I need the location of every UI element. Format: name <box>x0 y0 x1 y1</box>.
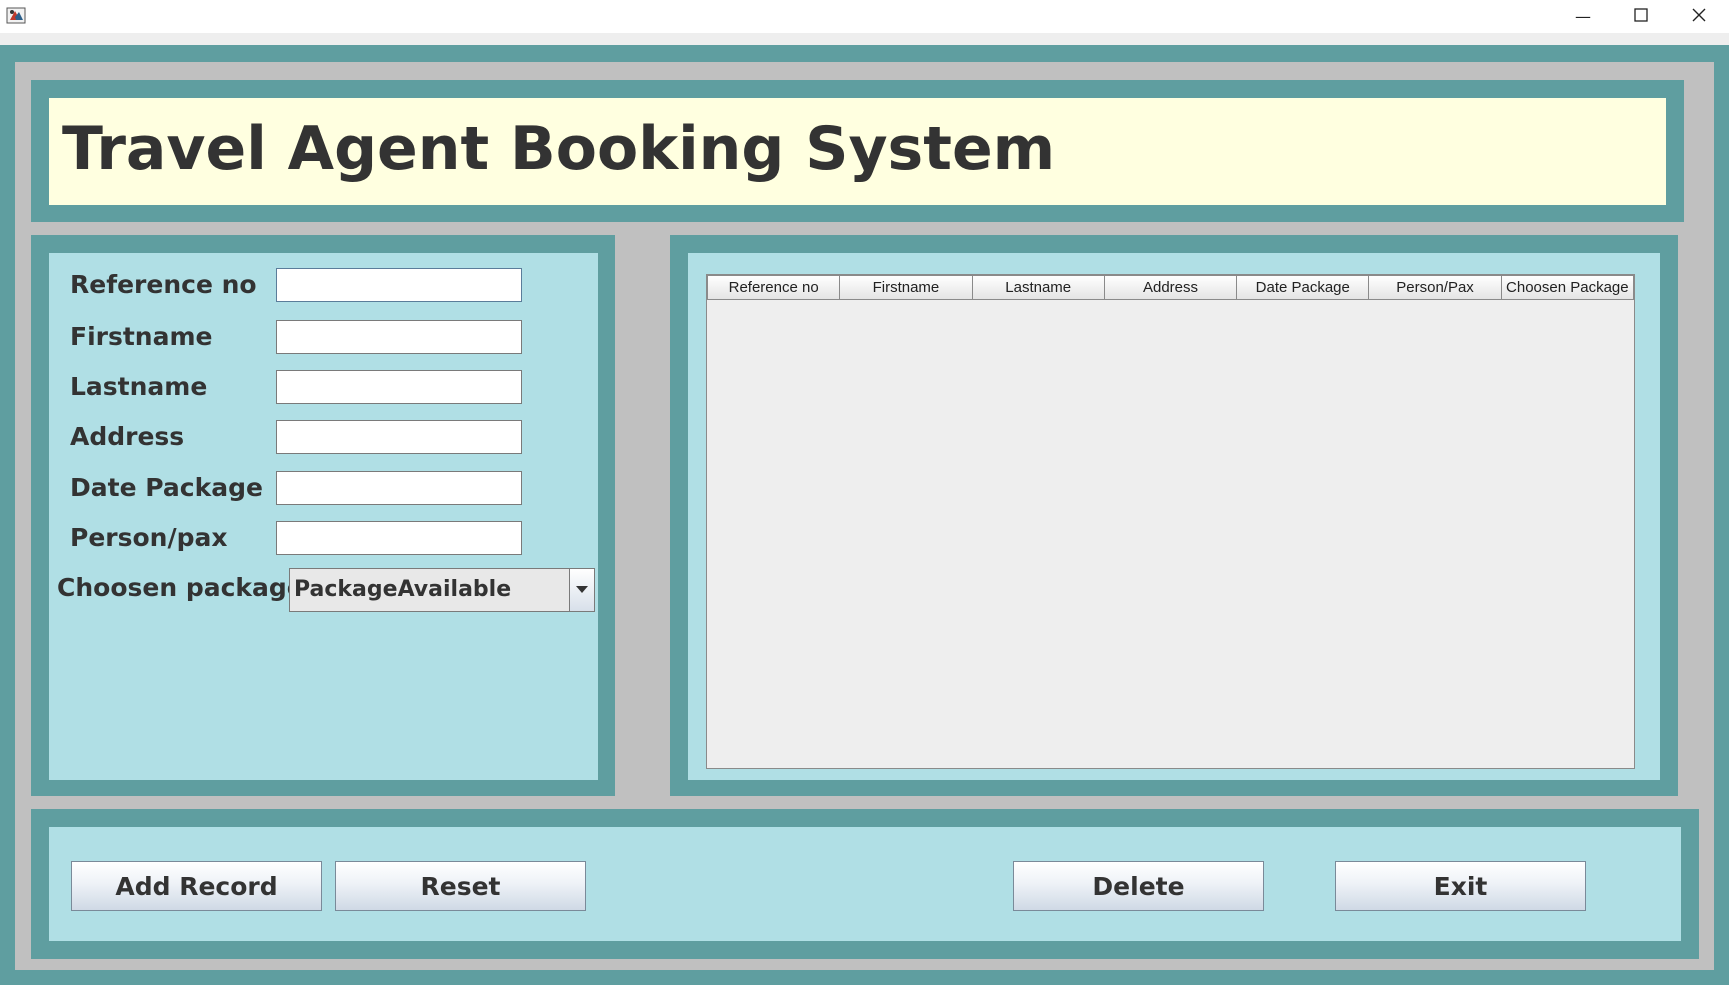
column-header[interactable]: Lastname <box>972 275 1105 300</box>
page-title: Travel Agent Booking System <box>62 114 1056 184</box>
column-header[interactable]: Person/Pax <box>1369 275 1502 300</box>
reset-button[interactable]: Reset <box>335 861 586 911</box>
maximize-button[interactable] <box>1612 0 1670 33</box>
lastname-label: Lastname <box>70 372 208 401</box>
address-label: Address <box>70 422 185 451</box>
minimize-icon: — <box>1575 7 1591 26</box>
table-header: Reference no Firstname Lastname Address Date… <box>707 275 1634 300</box>
delete-button[interactable]: Delete <box>1013 861 1264 911</box>
reference-no-label: Reference no <box>70 270 257 299</box>
column-header[interactable]: Address <box>1104 275 1238 300</box>
person-pax-label: Person/pax <box>70 523 228 552</box>
address-input[interactable] <box>276 420 522 454</box>
dropdown-arrow-icon[interactable] <box>569 569 594 611</box>
column-header[interactable]: Reference no <box>707 275 841 300</box>
reference-no-input[interactable] <box>276 268 522 302</box>
records-table[interactable]: Reference no Firstname Lastname Address Date… <box>706 274 1635 769</box>
person-pax-input[interactable] <box>276 521 522 555</box>
package-select-value: PackageAvailable <box>294 577 512 602</box>
column-header[interactable]: Date Package <box>1237 275 1370 300</box>
minimize-button[interactable]: — <box>1554 0 1612 33</box>
column-header[interactable]: Firstname <box>840 275 973 300</box>
lastname-input[interactable] <box>276 370 522 404</box>
maximize-icon <box>1634 7 1648 26</box>
add-record-button[interactable]: Add Record <box>71 861 322 911</box>
java-app-icon <box>6 5 26 25</box>
choosen-package-label: Choosen package <box>57 573 304 602</box>
menu-strip <box>0 33 1729 45</box>
package-select[interactable]: PackageAvailable <box>289 568 595 612</box>
firstname-input[interactable] <box>276 320 522 354</box>
window-titlebar: — <box>0 0 1729 33</box>
close-icon <box>1692 7 1706 26</box>
exit-button[interactable]: Exit <box>1335 861 1586 911</box>
date-package-label: Date Package <box>70 473 263 502</box>
date-package-input[interactable] <box>276 471 522 505</box>
close-button[interactable] <box>1670 0 1728 33</box>
column-header[interactable]: Choosen Package <box>1501 275 1634 300</box>
firstname-label: Firstname <box>70 322 213 351</box>
